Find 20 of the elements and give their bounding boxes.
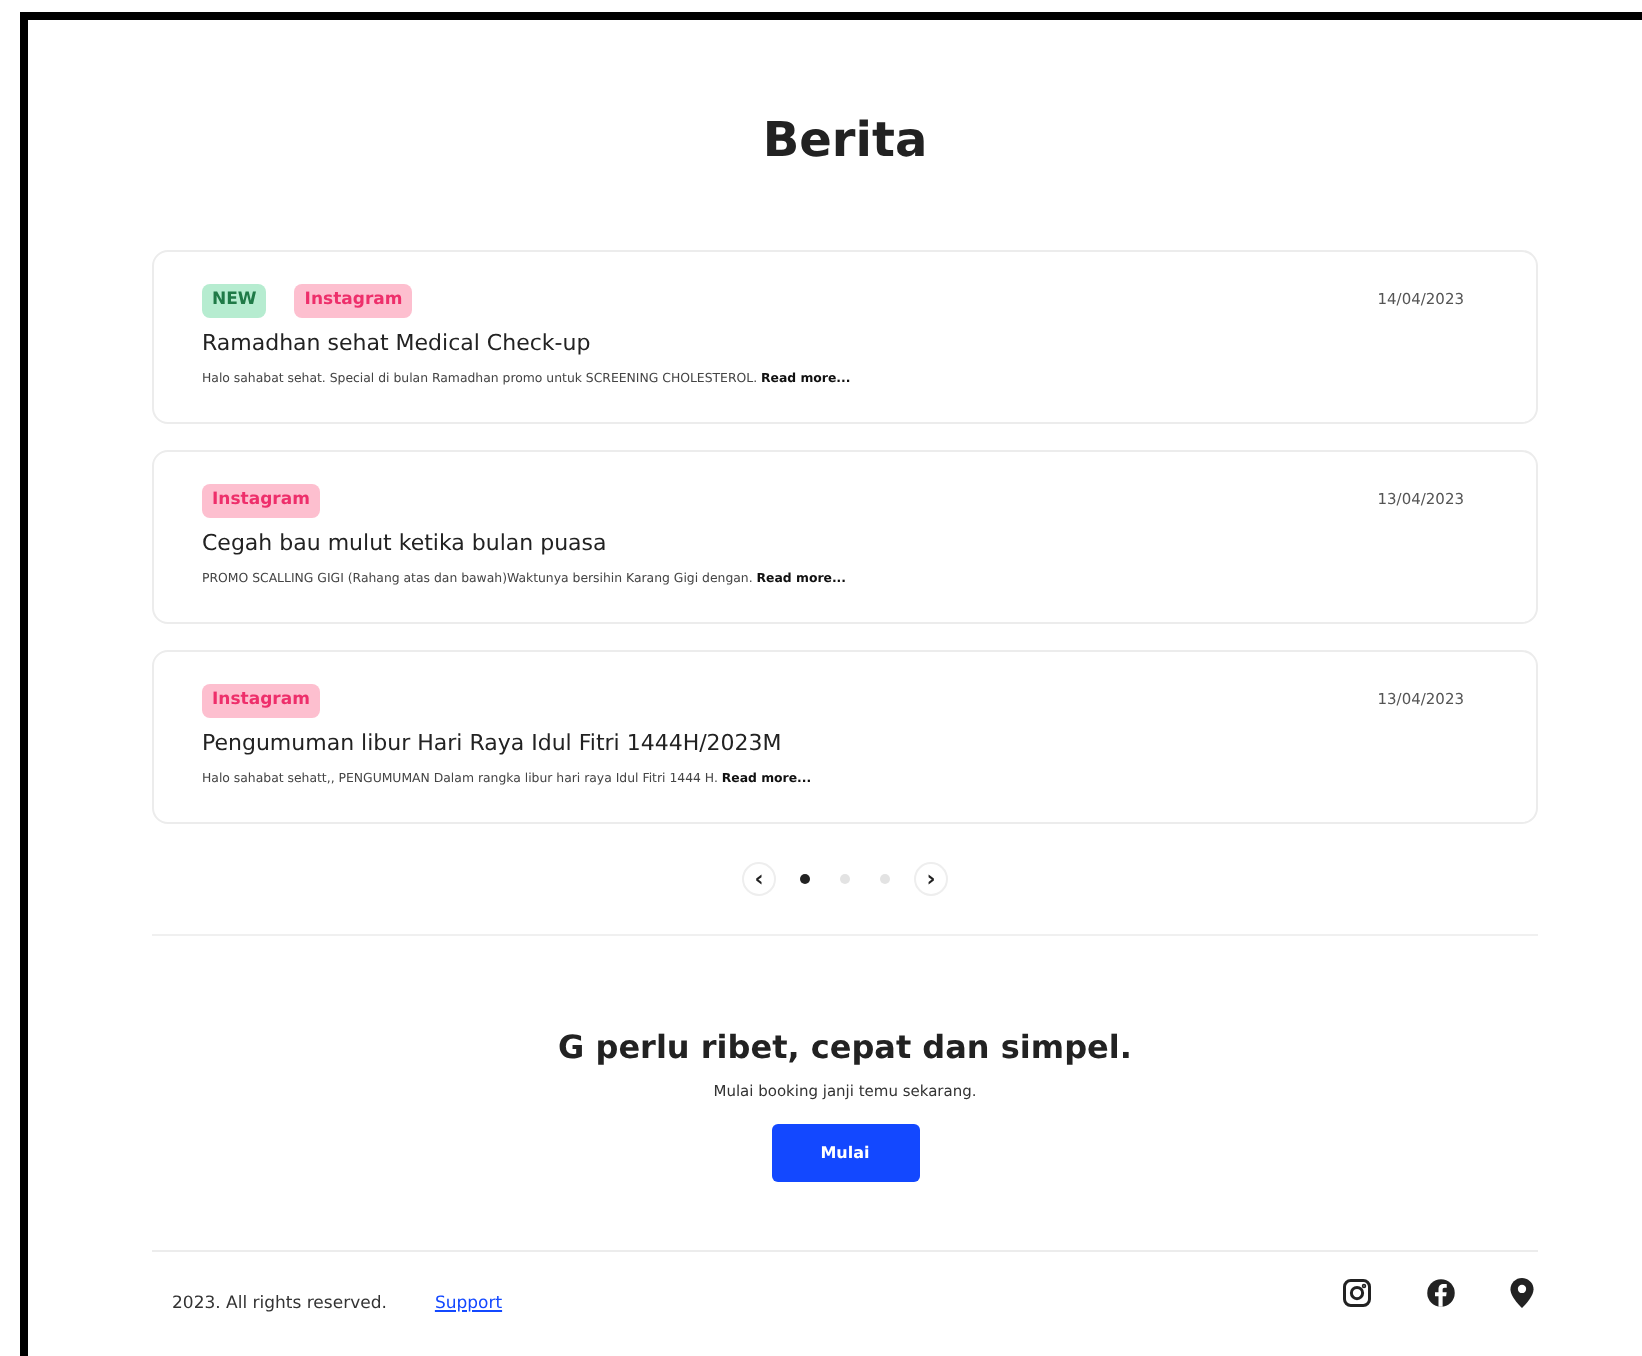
news-headline[interactable]: Ramadhan sehat Medical Check-up [202, 330, 1488, 356]
copyright-text: 2023. All rights reserved. [172, 1294, 387, 1314]
source-tag: Instagram [202, 483, 320, 517]
start-button[interactable]: Mulai [771, 1124, 919, 1182]
source-tag: Instagram [202, 683, 320, 717]
page-dot[interactable] [840, 874, 850, 884]
news-headline[interactable]: Cegah bau mulut ketika bulan puasa [202, 530, 1488, 556]
source-tag: Instagram [294, 283, 413, 317]
page-dot[interactable] [800, 874, 810, 884]
next-button[interactable]: › [914, 862, 948, 896]
location-pin-icon[interactable] [1510, 1277, 1534, 1307]
instagram-icon[interactable] [1342, 1277, 1372, 1307]
page-dot[interactable] [880, 874, 890, 884]
news-headline[interactable]: Pengumuman libur Hari Raya Idul Fitri 1444H/2023M [202, 730, 1488, 756]
facebook-icon[interactable] [1426, 1277, 1456, 1307]
page-title: Berita [760, 112, 930, 168]
support-link[interactable]: Support [434, 1294, 503, 1314]
previous-button[interactable]: ‹ [742, 862, 776, 896]
cta-heading: G perlu ribet, cepat dan simpel. [558, 1028, 1132, 1066]
new-badge: NEW [202, 283, 267, 317]
